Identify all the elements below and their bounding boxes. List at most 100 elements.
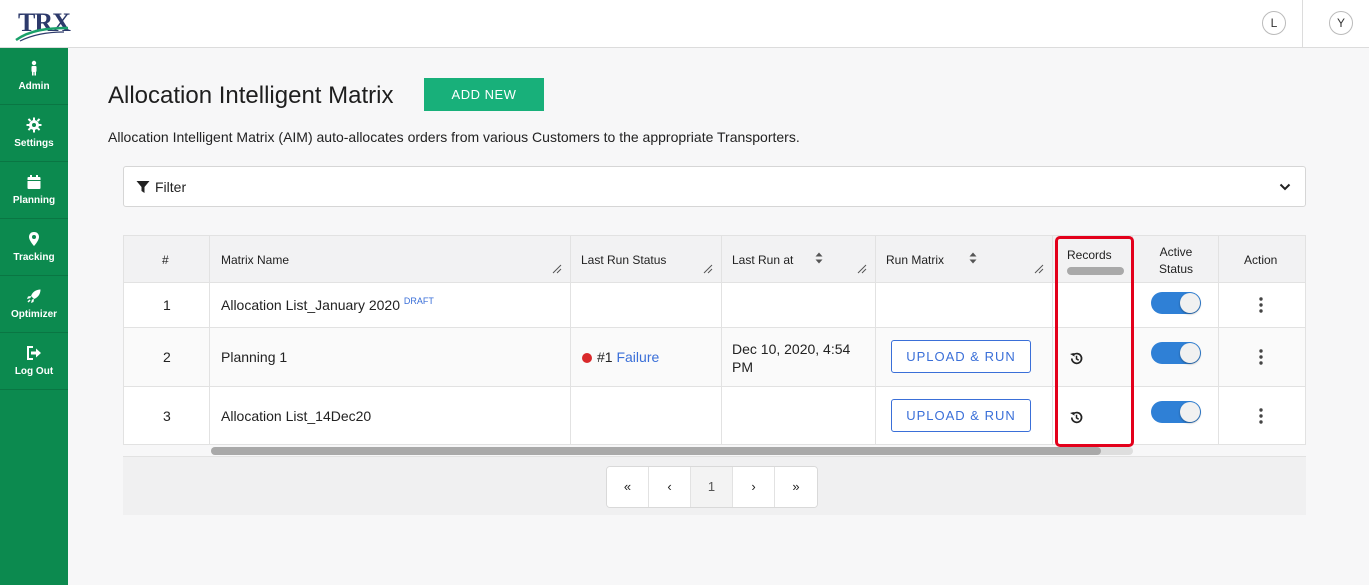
header-divider	[1302, 0, 1303, 47]
table-cell-last-run-status: #1 Failure	[571, 328, 722, 387]
trx-logo[interactable]: TRX	[14, 6, 74, 42]
active-toggle[interactable]	[1151, 292, 1201, 314]
table-cell-action	[1219, 283, 1306, 328]
toggle-knob	[1180, 343, 1200, 363]
chevron-down-icon[interactable]	[1279, 181, 1291, 193]
table-cell-last-run-at	[722, 387, 876, 445]
sidebar-item-optimizer[interactable]: Optimizer	[0, 276, 68, 333]
table-cell-last-run-status	[571, 387, 722, 445]
table-cell-active-status	[1133, 328, 1219, 387]
kebab-menu-icon[interactable]	[1259, 408, 1263, 424]
top-header: TRX L Y	[0, 0, 1369, 48]
table-cell-last-run-at: Dec 10, 2020, 4:54 PM	[722, 328, 876, 387]
filter-bar[interactable]: Filter	[123, 166, 1306, 207]
table-cell-matrix-name: Planning 1	[210, 328, 571, 387]
sort-icon[interactable]	[969, 252, 977, 264]
first-page-button[interactable]: «	[607, 467, 649, 507]
matrix-name-text[interactable]: Allocation List_14Dec20	[221, 408, 371, 424]
row-index: 1	[163, 297, 171, 313]
rocket-icon	[27, 289, 41, 303]
location-pin-icon	[29, 232, 39, 246]
run-status: #1 Failure	[582, 349, 659, 365]
sidebar-item-label: Tracking	[13, 252, 55, 263]
column-header-action: Action	[1219, 235, 1306, 283]
table-cell-action	[1219, 387, 1306, 445]
table-cell-matrix-name: Allocation List_January 2020 DRAFT	[210, 283, 571, 328]
failure-dot	[582, 353, 592, 364]
kebab-menu-icon[interactable]	[1259, 297, 1263, 313]
table-cell-index: 3	[123, 387, 210, 445]
last-page-button[interactable]: »	[775, 467, 817, 507]
table-cell-last-run-at	[722, 283, 876, 328]
resize-handle-icon[interactable]	[857, 264, 867, 274]
sidebar-item-admin[interactable]: Admin	[0, 48, 68, 105]
sidebar-item-label: Log Out	[14, 366, 54, 377]
previous-page-button[interactable]: ‹	[649, 467, 691, 507]
resize-handle-icon[interactable]	[552, 264, 562, 274]
active-toggle[interactable]	[1151, 342, 1201, 364]
gear-icon	[26, 117, 42, 133]
table-cell-matrix-name: Allocation List_14Dec20	[210, 387, 571, 445]
add-new-button[interactable]: ADD NEW	[424, 78, 544, 111]
column-header-active-status: Active Status	[1133, 235, 1219, 283]
pagination: « ‹ 1 › »	[606, 466, 818, 508]
row-index: 3	[163, 408, 171, 424]
upload-run-button[interactable]: UPLOAD & RUN	[891, 399, 1031, 432]
active-toggle[interactable]	[1151, 401, 1201, 423]
scrollbar-thumb[interactable]	[211, 447, 1101, 455]
matrix-name-text[interactable]: Allocation List_January 2020	[221, 297, 400, 313]
sidebar-item-label: Optimizer	[10, 309, 58, 320]
user-avatar-l[interactable]: L	[1262, 11, 1286, 35]
main-content: Allocation Intelligent Matrix ADD NEW Al…	[68, 48, 1369, 585]
pagination-area: « ‹ 1 › »	[123, 456, 1306, 515]
resize-handle-icon[interactable]	[1034, 264, 1044, 274]
kebab-menu-icon[interactable]	[1259, 349, 1263, 365]
table-cell-run-matrix: UPLOAD & RUN	[876, 387, 1053, 445]
records-column-highlight	[1055, 236, 1134, 447]
horizontal-scrollbar[interactable]	[211, 447, 1133, 455]
table-cell-active-status	[1133, 387, 1219, 445]
table-cell-run-matrix	[876, 283, 1053, 328]
sidebar-item-label: Admin	[18, 81, 50, 92]
column-header-run-matrix[interactable]: Run Matrix	[876, 235, 1053, 283]
column-header-label: Matrix Name	[221, 253, 290, 267]
column-header-last-run-at[interactable]: Last Run at	[722, 235, 876, 283]
column-header-last-run-status[interactable]: Last Run Status	[571, 235, 722, 283]
table-cell-last-run-status	[571, 283, 722, 328]
failure-link[interactable]: Failure	[616, 349, 659, 365]
upload-run-button[interactable]: UPLOAD & RUN	[891, 340, 1031, 373]
table-cell-index: 2	[123, 328, 210, 387]
user-avatar-y[interactable]: Y	[1329, 11, 1353, 35]
sidebar-item-tracking[interactable]: Tracking	[0, 219, 68, 276]
resize-handle-icon[interactable]	[703, 264, 713, 274]
matrix-name-text[interactable]: Planning 1	[221, 349, 287, 365]
column-header-matrix-name[interactable]: Matrix Name	[210, 235, 571, 283]
sidebar-item-settings[interactable]: Settings	[0, 105, 68, 162]
sidebar-item-logout[interactable]: Log Out	[0, 333, 68, 390]
last-run-timestamp: Dec 10, 2020, 4:54 PM	[732, 341, 851, 375]
current-page-button[interactable]: 1	[691, 467, 733, 507]
row-index: 2	[163, 349, 171, 365]
table-cell-action	[1219, 328, 1306, 387]
table-cell-run-matrix: UPLOAD & RUN	[876, 328, 1053, 387]
matrix-table: # Matrix Name Last Run Status Last Run a…	[123, 235, 1306, 457]
draft-badge: DRAFT	[403, 296, 434, 306]
sort-icon[interactable]	[815, 252, 823, 264]
calendar-icon	[27, 175, 41, 189]
toggle-knob	[1180, 402, 1200, 422]
logout-icon	[27, 346, 41, 360]
column-header-label: Action	[1244, 253, 1278, 267]
toggle-knob	[1180, 293, 1200, 313]
sidebar-item-label: Planning	[12, 195, 56, 206]
column-header-label: Last Run Status	[581, 253, 667, 267]
next-page-button[interactable]: ›	[733, 467, 775, 507]
column-header-index: #	[123, 235, 210, 283]
person-icon	[31, 60, 37, 76]
matrix-name-row1: Allocation List_January 2020 DRAFT	[221, 296, 434, 313]
run-number: #1	[597, 349, 613, 365]
column-header-label: Active Status	[1158, 245, 1194, 276]
table-cell-active-status	[1133, 283, 1219, 328]
column-header-label: #	[162, 253, 169, 267]
column-header-label: Run Matrix	[886, 253, 945, 267]
sidebar-item-planning[interactable]: Planning	[0, 162, 68, 219]
